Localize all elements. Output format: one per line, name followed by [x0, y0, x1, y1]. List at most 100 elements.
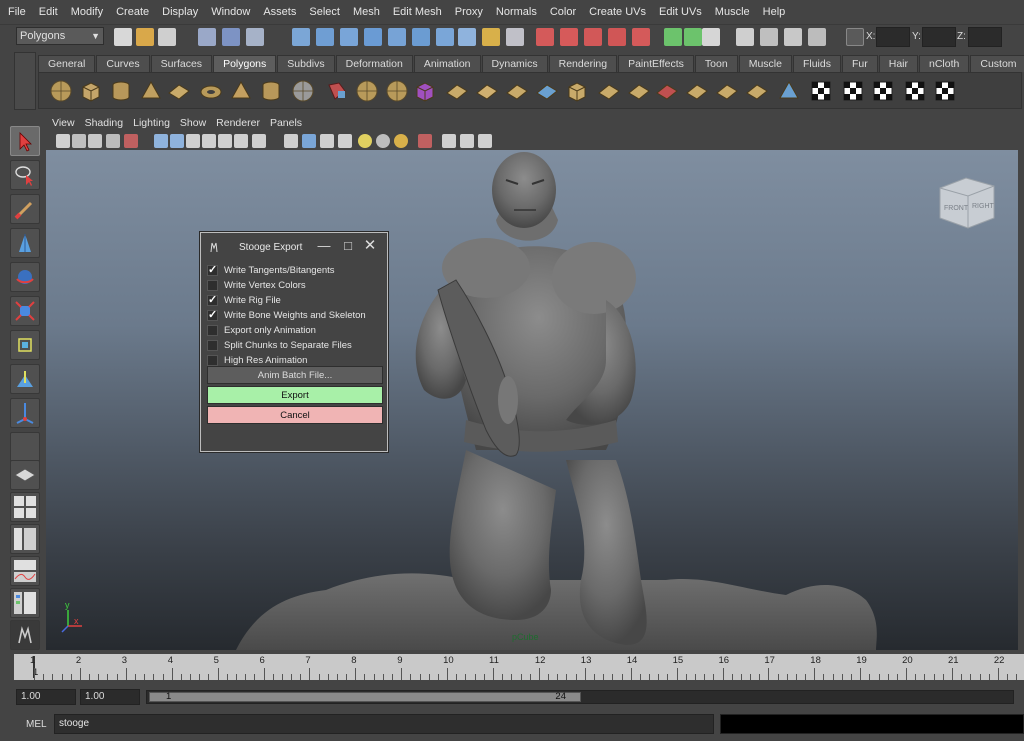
spherical-uv-icon[interactable]	[871, 79, 895, 103]
extrude-icon[interactable]	[475, 79, 499, 103]
construction-history-icon[interactable]	[702, 28, 720, 46]
menu-proxy[interactable]: Proxy	[455, 6, 483, 18]
separate-icon[interactable]	[355, 79, 379, 103]
poly-cone-icon[interactable]	[139, 79, 163, 103]
shelf-tab-fluids[interactable]: Fluids	[792, 55, 841, 72]
hypershade-icon[interactable]	[808, 28, 826, 46]
shelf-tab-painteffects[interactable]: PaintEffects	[618, 55, 694, 72]
mel-label[interactable]: MEL	[26, 719, 47, 730]
four-view-layout-button[interactable]	[10, 492, 40, 522]
safe-action-icon[interactable]	[234, 134, 248, 148]
snap-to-view-planes-icon[interactable]	[608, 28, 626, 46]
wedge-icon[interactable]	[685, 79, 709, 103]
minimize-icon[interactable]: —	[317, 239, 331, 253]
maximize-icon[interactable]: □	[341, 239, 355, 253]
bridge-icon[interactable]	[505, 79, 529, 103]
select-by-surfaces-icon[interactable]	[364, 28, 382, 46]
x-ray-icon[interactable]	[394, 134, 408, 148]
xray-joints-icon[interactable]	[442, 134, 456, 148]
menu-display[interactable]: Display	[162, 6, 198, 18]
option-checkbox[interactable]	[207, 279, 218, 291]
option-row[interactable]: Write Vertex Colors	[207, 278, 306, 292]
graph-editor-layout-button[interactable]	[10, 556, 40, 586]
cancel-button[interactable]: Cancel	[207, 406, 383, 424]
select-tool-button[interactable]	[10, 126, 40, 156]
select-by-dynamics-icon[interactable]	[412, 28, 430, 46]
select-camera-icon[interactable]	[56, 134, 70, 148]
close-icon[interactable]: ✕	[363, 238, 377, 253]
shelf-tab-toon[interactable]: Toon	[694, 55, 738, 72]
render-current-frame-icon[interactable]	[736, 28, 754, 46]
option-checkbox[interactable]	[207, 263, 218, 276]
menu-assets[interactable]: Assets	[263, 6, 296, 18]
panel-menu-view[interactable]: View	[52, 117, 75, 129]
option-row[interactable]: Write Tangents/Bitangents	[207, 263, 335, 277]
menu-create[interactable]: Create	[116, 6, 149, 18]
poly-cylinder-icon[interactable]	[109, 79, 133, 103]
shelf-tab-hair[interactable]: Hair	[878, 55, 918, 72]
option-row[interactable]: Write Rig File	[207, 293, 281, 307]
soft-modification-button[interactable]	[10, 364, 40, 394]
perspective-viewport[interactable]: pCube FRONT RIGHT y x	[46, 150, 1018, 650]
poly-cube-icon[interactable]	[79, 79, 103, 103]
append-polygon-icon[interactable]	[535, 79, 559, 103]
menu-edit-mesh[interactable]: Edit Mesh	[393, 6, 442, 18]
menu-edit[interactable]: Edit	[39, 6, 58, 18]
paint-select-tool-button[interactable]	[10, 194, 40, 224]
bookmarks-icon[interactable]	[88, 134, 102, 148]
outliner-layout-button[interactable]	[10, 524, 40, 554]
single-perspective-layout-button[interactable]	[10, 460, 40, 490]
export-button[interactable]: Export	[207, 386, 383, 404]
snap-to-curves-icon[interactable]	[560, 28, 578, 46]
panel-menu-panels[interactable]: Panels	[270, 117, 302, 129]
lock-selection-icon[interactable]	[482, 28, 500, 46]
planar-uv-icon[interactable]	[809, 79, 833, 103]
playback-start-field[interactable]: 1.00	[80, 689, 140, 705]
menu-mesh[interactable]: Mesh	[353, 6, 380, 18]
insert-edge-loop-icon[interactable]	[597, 79, 621, 103]
last-tool-button[interactable]	[10, 432, 40, 462]
menu-select[interactable]: Select	[309, 6, 340, 18]
new-scene-icon[interactable]	[114, 28, 132, 46]
y-coord-field[interactable]	[922, 27, 956, 47]
option-row[interactable]: Write Bone Weights and Skeleton	[207, 308, 366, 322]
select-hierarchy-icon[interactable]	[198, 28, 216, 46]
poly-soccer-ball-icon[interactable]	[291, 79, 315, 103]
ipr-render-icon[interactable]	[760, 28, 778, 46]
shelf-tab-polygons[interactable]: Polygons	[213, 55, 277, 72]
save-scene-icon[interactable]	[158, 28, 176, 46]
film-gate-icon[interactable]	[170, 134, 184, 148]
smooth-shade-icon[interactable]	[302, 134, 316, 148]
menu-modify[interactable]: Modify	[71, 6, 103, 18]
average-vertices-icon[interactable]	[445, 79, 469, 103]
poly-pyramid-icon[interactable]	[229, 79, 253, 103]
option-row[interactable]: Split Chunks to Separate Files	[207, 338, 352, 352]
option-checkbox[interactable]	[207, 308, 218, 321]
field-chart-icon[interactable]	[218, 134, 232, 148]
lasso-tool-button[interactable]	[10, 160, 40, 190]
panel-menu-shading[interactable]: Shading	[85, 117, 124, 129]
option-checkbox[interactable]	[207, 324, 218, 336]
extract-icon[interactable]	[385, 79, 409, 103]
poly-plane-icon[interactable]	[167, 79, 191, 103]
select-object-icon[interactable]	[222, 28, 240, 46]
select-by-handles-icon[interactable]	[292, 28, 310, 46]
animation-start-field[interactable]: 1.00	[16, 689, 76, 705]
shelf-tab-deformation[interactable]: Deformation	[335, 55, 413, 72]
combine-icon[interactable]	[325, 79, 349, 103]
automatic-uv-icon[interactable]	[903, 79, 927, 103]
uv-editor-icon[interactable]	[933, 79, 957, 103]
option-row[interactable]: High Res Animation	[207, 353, 307, 367]
anim-batch-file-button[interactable]: Anim Batch File...	[207, 366, 383, 384]
panel-menu-renderer[interactable]: Renderer	[216, 117, 260, 129]
z-coord-field[interactable]	[968, 27, 1002, 47]
textured-icon[interactable]	[338, 134, 352, 148]
menu-normals[interactable]: Normals	[496, 6, 537, 18]
make-live-icon[interactable]	[632, 28, 650, 46]
two-d-pan-zoom-icon[interactable]	[124, 134, 138, 148]
command-input[interactable]: stooge	[54, 714, 714, 734]
select-by-joints-icon[interactable]	[316, 28, 334, 46]
view-cube[interactable]: FRONT RIGHT	[936, 174, 1000, 230]
isolate-select-icon[interactable]	[418, 134, 432, 148]
poly-sphere-icon[interactable]	[49, 79, 73, 103]
